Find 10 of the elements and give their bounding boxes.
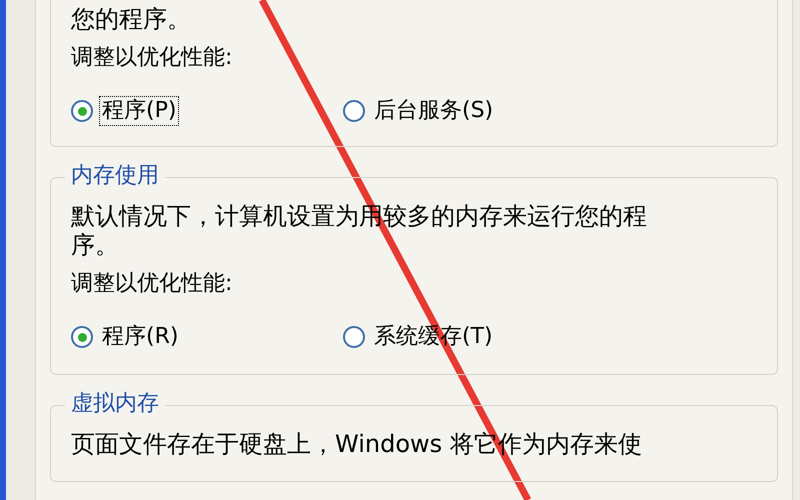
radio-button[interactable]: [343, 326, 365, 348]
radio-label[interactable]: 程序(R): [99, 322, 182, 352]
prompt-label: 调整以优化性能:: [71, 44, 232, 72]
radio-button[interactable]: [71, 100, 93, 122]
prompt-label: 调整以优化性能:: [71, 270, 232, 298]
radio-button[interactable]: [343, 100, 365, 122]
radio-label[interactable]: 程序(P): [99, 96, 180, 126]
radio-label[interactable]: 后台服务(S): [371, 96, 496, 126]
description-text: 您的程序。: [71, 5, 192, 34]
radio-button[interactable]: [71, 326, 93, 348]
